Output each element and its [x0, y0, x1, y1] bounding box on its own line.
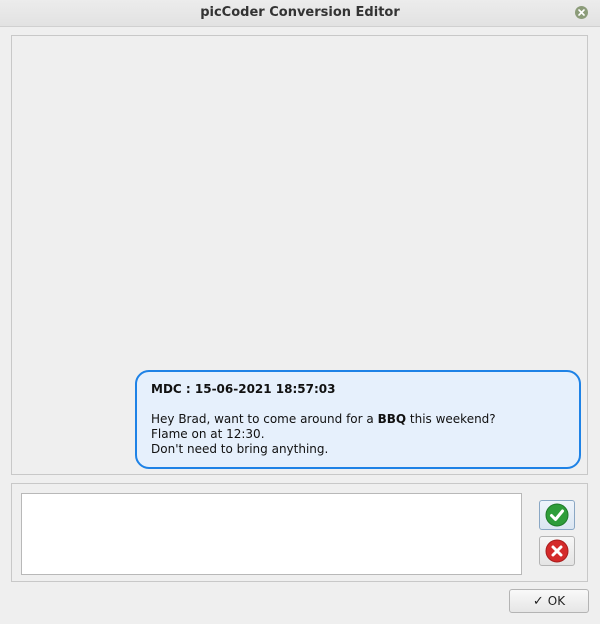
reject-button[interactable]: [539, 536, 575, 566]
ok-button[interactable]: ✓ OK: [509, 589, 589, 613]
checkmark-icon: ✓: [532, 593, 544, 609]
title-bar[interactable]: picCoder Conversion Editor: [0, 0, 600, 27]
close-icon[interactable]: [575, 6, 588, 19]
message-line-3: Don't need to bring anything.: [151, 442, 329, 456]
message-line-2: Flame on at 12:30.: [151, 427, 265, 441]
message-bubble[interactable]: MDC : 15-06-2021 18:57:03 Hey Brad, want…: [135, 370, 581, 469]
ok-button-label: OK: [547, 594, 566, 608]
red-x-circle-icon: [545, 539, 569, 563]
message-line-1: Hey Brad, want to come around for a BBQ …: [151, 412, 565, 427]
window-title: picCoder Conversion Editor: [200, 5, 400, 20]
accept-button[interactable]: [539, 500, 575, 530]
compose-panel: [11, 483, 588, 582]
conversation-panel[interactable]: MDC : 15-06-2021 18:57:03 Hey Brad, want…: [11, 35, 588, 475]
message-header: MDC : 15-06-2021 18:57:03: [151, 382, 336, 396]
message-bold-text: BBQ: [377, 412, 407, 426]
green-check-circle-icon: [545, 503, 569, 527]
message-text: this weekend?: [406, 412, 496, 426]
editor-window: picCoder Conversion Editor MDC : 15-06-2…: [0, 0, 600, 624]
message-input[interactable]: [21, 493, 522, 575]
message-text: Hey Brad, want to come around for a: [151, 412, 378, 426]
